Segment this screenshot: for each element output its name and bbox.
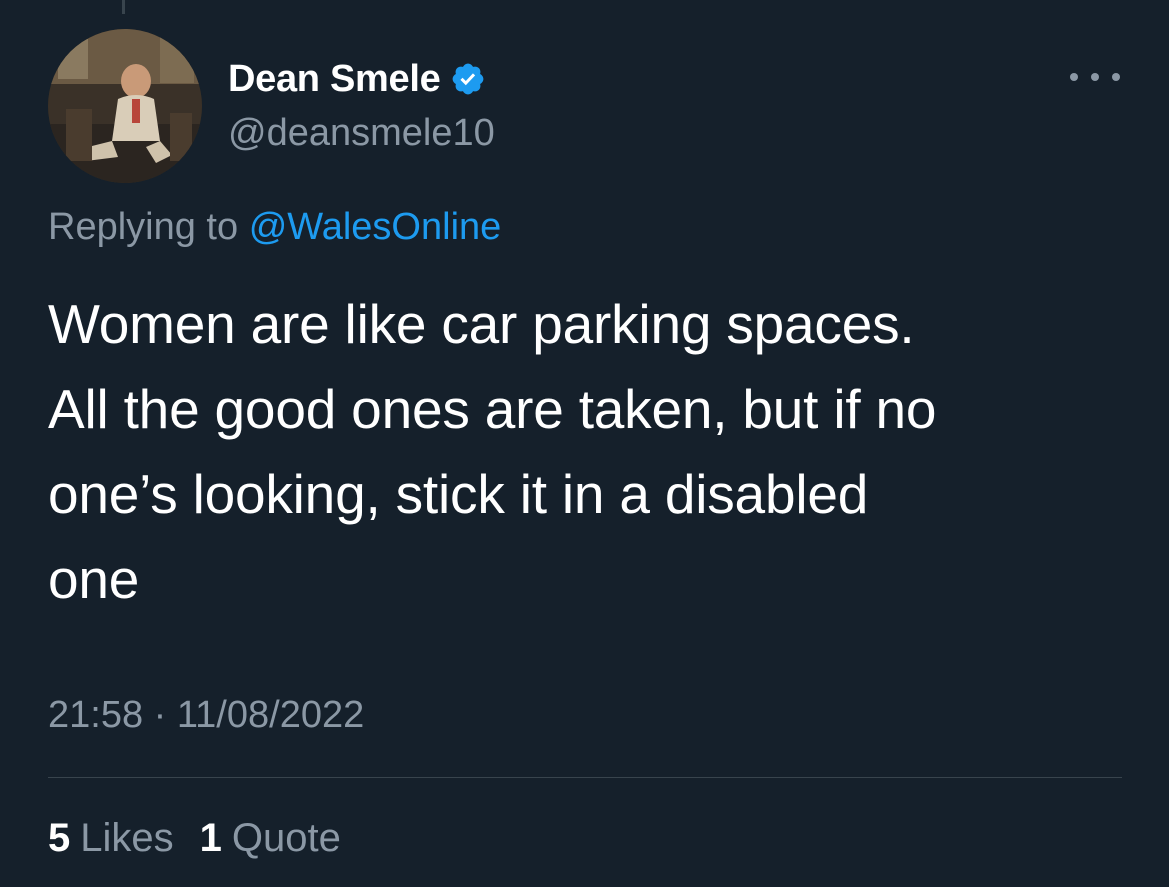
avatar[interactable] [48, 29, 202, 183]
more-dot-icon [1091, 73, 1099, 81]
divider [48, 777, 1122, 778]
reply-mention-link[interactable]: @WalesOnline [249, 206, 502, 248]
tweet-text-line: All the good ones are taken, but if no [48, 378, 937, 440]
quotes-count: 1 [199, 816, 222, 860]
quotes-label: Quote [231, 816, 341, 860]
likes-count: 5 [48, 816, 71, 860]
tweet-text-line: one’s looking, stick it in a disabled [48, 463, 869, 525]
replying-to-label: Replying to [48, 206, 239, 248]
more-dot-icon [1070, 73, 1078, 81]
profile-photo-icon [48, 29, 202, 183]
more-dot-icon [1112, 73, 1120, 81]
more-options-button[interactable] [1070, 60, 1120, 94]
tweet-timestamp[interactable]: 21:58 · 11/08/2022 [48, 694, 364, 737]
author-display-name[interactable]: Dean Smele [228, 58, 441, 101]
author-name-row: Dean Smele [228, 56, 486, 102]
author-handle[interactable]: @deansmele10 [228, 112, 495, 155]
tweet-text: Women are like car parking spaces. All t… [48, 282, 1128, 622]
likes-label: Likes [80, 816, 174, 860]
likes-stat[interactable]: 5 Likes [48, 816, 174, 861]
tweet-text-line: Women are like car parking spaces. [48, 293, 915, 355]
verified-badge-icon [453, 63, 484, 95]
engagement-stats: 5 Likes 1 Quote [48, 816, 341, 861]
thread-connector-line [122, 0, 125, 14]
tweet-text-line: one [48, 548, 140, 610]
quotes-stat[interactable]: 1 Quote [200, 816, 341, 861]
replying-to: Replying to @WalesOnline [48, 206, 501, 249]
